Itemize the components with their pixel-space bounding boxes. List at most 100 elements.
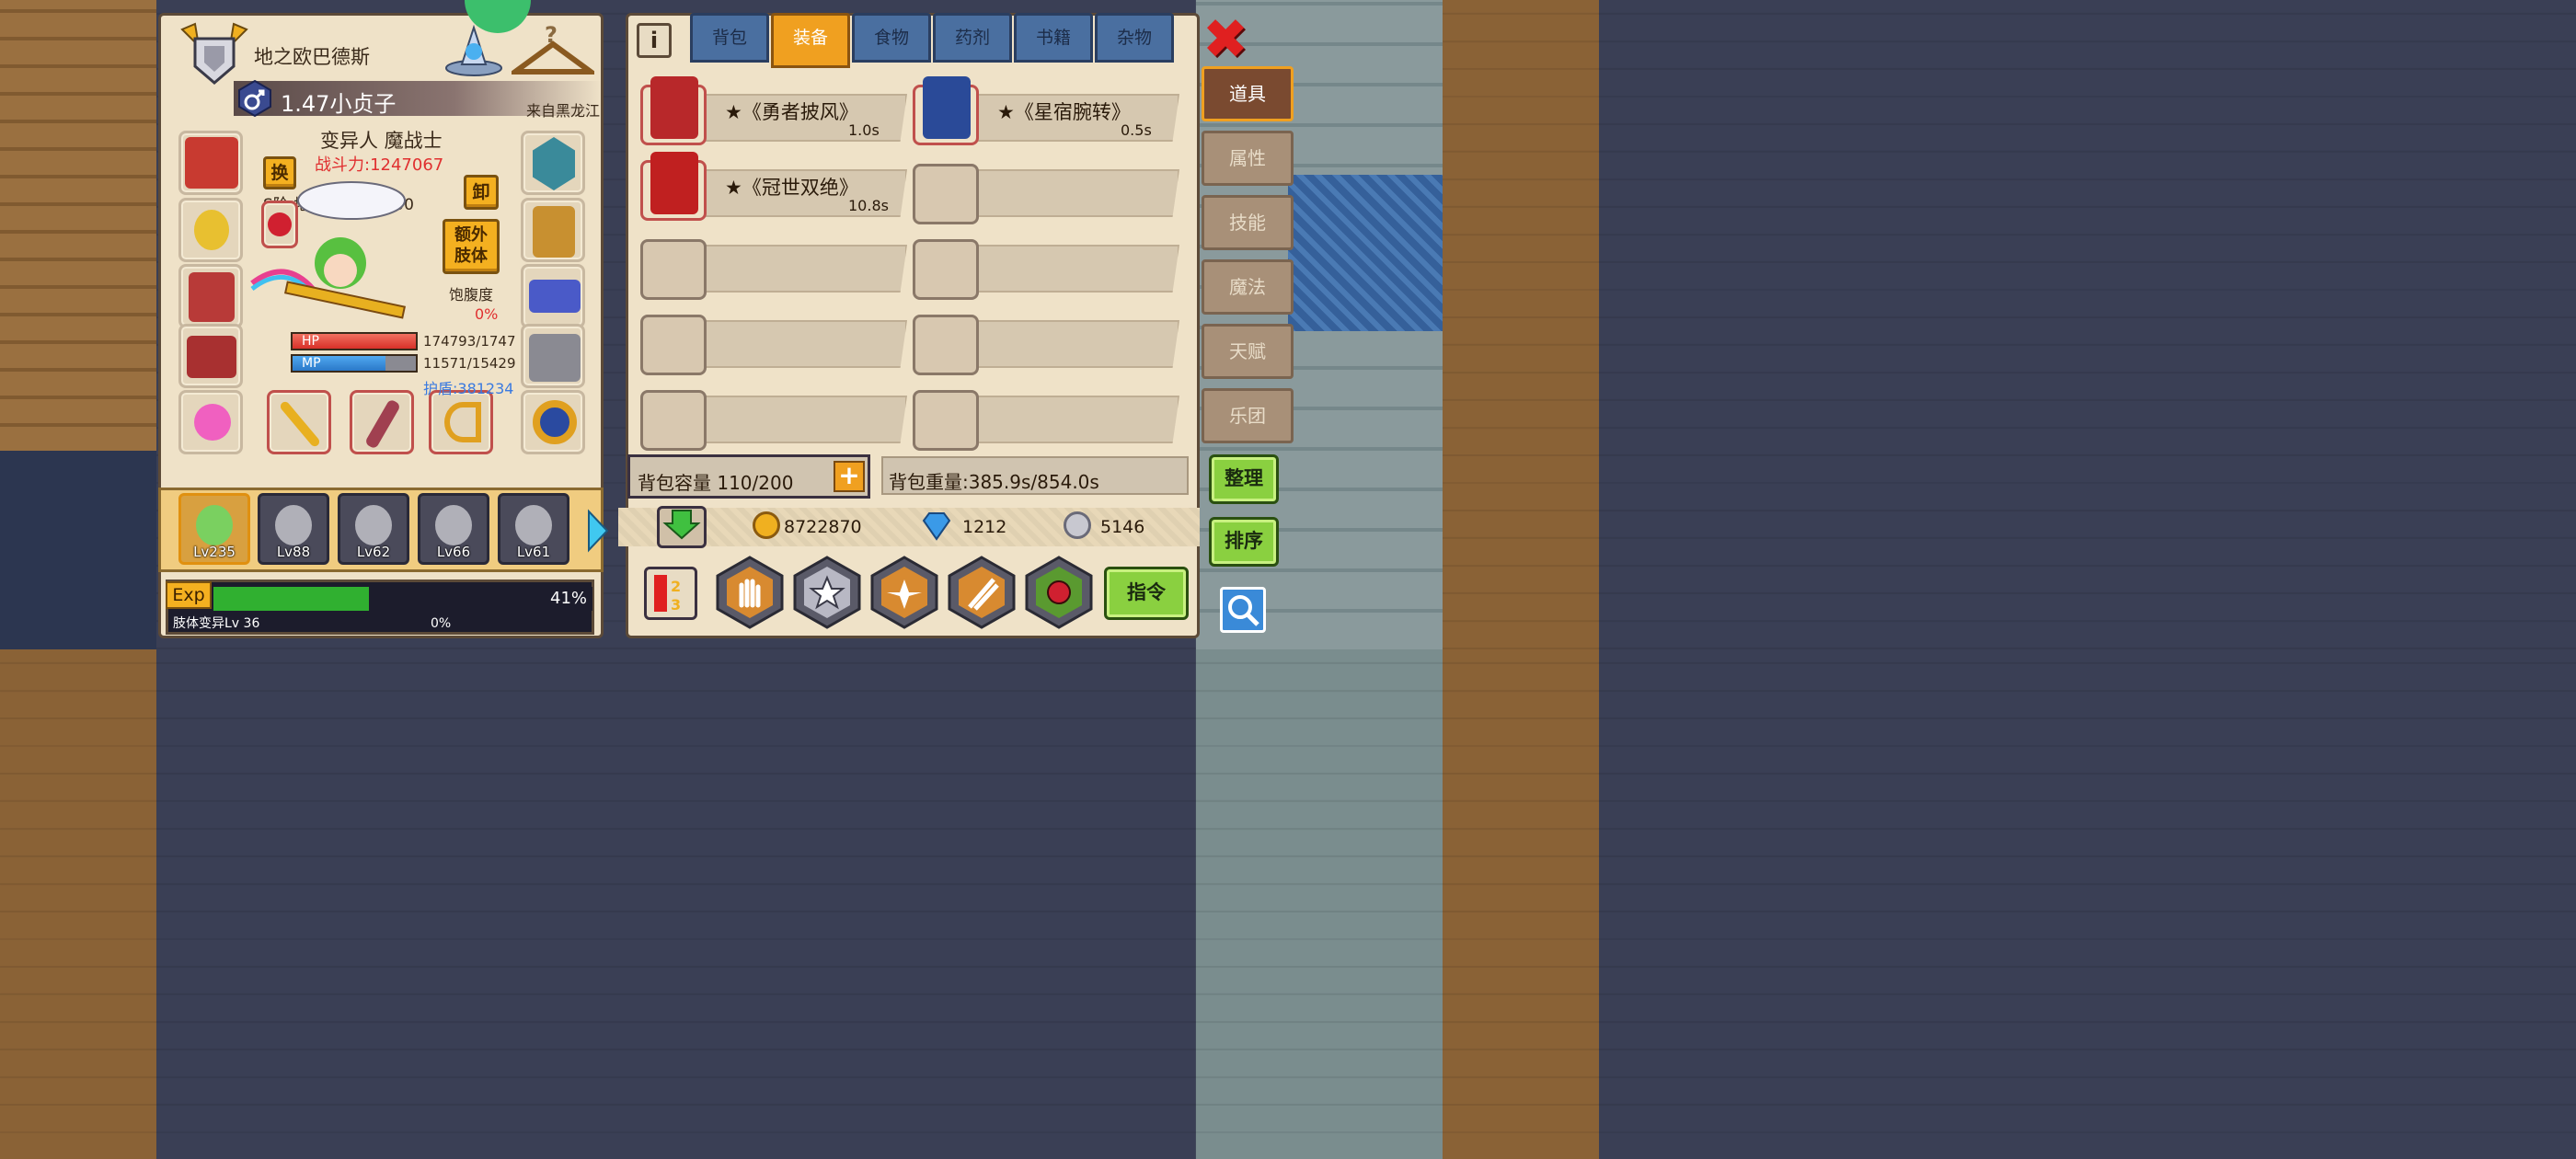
deposit-button[interactable]	[657, 506, 707, 548]
equip-slot-gauntlet[interactable]	[521, 198, 585, 262]
inventory-row[interactable]	[949, 396, 1179, 443]
inventory-row[interactable]	[949, 320, 1179, 368]
dark-floor-background	[0, 451, 156, 649]
inventory-tab[interactable]: 药剂	[933, 13, 1012, 63]
party-member[interactable]: Lv66	[418, 493, 489, 565]
equip-slot-offhand[interactable]	[350, 390, 414, 454]
sort-button[interactable]: 排序	[1209, 517, 1279, 567]
party-member-portrait	[435, 505, 472, 545]
blade-icon	[363, 398, 402, 450]
rank-crest-icon	[180, 22, 248, 85]
satiety-value: 0%	[475, 305, 499, 323]
limb-mutation-percent: 0%	[431, 616, 452, 631]
inventory-tab[interactable]: 背包	[690, 13, 769, 63]
inventory-tab[interactable]: 装备	[771, 13, 850, 68]
exp-bar-fill	[213, 587, 369, 611]
info-button[interactable]: i	[637, 23, 672, 58]
inventory-slot[interactable]	[640, 390, 707, 451]
inventory-slot[interactable]	[913, 390, 979, 451]
inventory-tab[interactable]: 书籍	[1014, 13, 1093, 63]
download-arrow-icon	[662, 510, 701, 540]
side-tab[interactable]: 技能	[1202, 195, 1294, 250]
inventory-slot[interactable]	[640, 76, 707, 145]
side-tab[interactable]: 乐团	[1202, 388, 1294, 443]
bag-capacity: 背包容量 110/200	[638, 472, 794, 494]
equip-slot-pants[interactable]	[178, 324, 243, 388]
star-skill-icon[interactable]	[791, 556, 863, 629]
inventory-item-name: ★《勇者披风》	[725, 101, 858, 123]
svg-text:3: 3	[671, 596, 681, 614]
staff-icon	[278, 399, 322, 449]
equip-slot-weapon[interactable]	[267, 390, 331, 454]
inventory-slot[interactable]	[913, 164, 979, 224]
inventory-slot[interactable]	[640, 152, 707, 221]
inventory-row[interactable]	[949, 245, 1179, 293]
equip-slot-ranged[interactable]	[429, 390, 493, 454]
water-pool	[1288, 175, 1443, 331]
party-member[interactable]: Lv62	[338, 493, 409, 565]
gem-charm-icon	[194, 404, 231, 441]
inventory-tab[interactable]: 杂物	[1095, 13, 1174, 63]
party-member-level: Lv88	[276, 544, 311, 560]
gold-amount: 8722870	[784, 517, 862, 537]
organize-button[interactable]: 整理	[1209, 454, 1279, 504]
party-next-arrow-icon[interactable]	[585, 508, 611, 554]
party-member[interactable]: Lv235	[178, 493, 250, 565]
inventory-slot[interactable]	[913, 315, 979, 375]
equip-slot-necklace[interactable]	[178, 198, 243, 262]
inventory-slot[interactable]	[913, 239, 979, 300]
search-icon	[1228, 595, 1259, 626]
limb-mutation-level: 肢体变异Lv 36	[173, 616, 260, 631]
armor-icon	[189, 272, 235, 322]
shield-value: 护盾:381234	[423, 380, 514, 397]
inventory-slot[interactable]	[640, 239, 707, 300]
hp-bar: HP	[291, 332, 418, 350]
shuriken-skill-icon[interactable]	[868, 556, 940, 629]
pants-icon	[187, 336, 236, 378]
inventory-item-name: ★《星宿腕转》	[997, 101, 1131, 123]
inventory-row[interactable]	[677, 320, 907, 368]
side-tab[interactable]: 天赋	[1202, 324, 1294, 379]
quickslot-123-button[interactable]: 2 3	[644, 567, 697, 620]
party-member[interactable]: Lv61	[498, 493, 569, 565]
inventory-slot[interactable]	[640, 315, 707, 375]
amulet-icon	[194, 210, 229, 250]
expand-bag-plus-icon[interactable]: +	[834, 461, 865, 492]
command-button[interactable]: 指令	[1104, 567, 1189, 620]
close-button[interactable]: ✖	[1202, 12, 1249, 67]
side-tab[interactable]: 属性	[1202, 131, 1294, 186]
inventory-row[interactable]	[677, 245, 907, 293]
player-origin: 来自黑龙江	[526, 102, 601, 120]
party-member-level: Lv66	[436, 544, 471, 560]
equip-slot-armor[interactable]	[178, 264, 243, 328]
extra-limb-button[interactable]: 额外 肢体	[443, 219, 500, 274]
side-tab[interactable]: 道具	[1202, 66, 1294, 121]
sword-skill-icon[interactable]	[946, 556, 1018, 629]
bag-weight-box: 背包重量:385.9s/854.0s	[881, 456, 1189, 495]
equip-slot-accessory[interactable]	[178, 390, 243, 454]
hand-skill-icon[interactable]	[714, 556, 786, 629]
equip-slot-belt[interactable]	[521, 264, 585, 328]
equip-slot-helmet[interactable]	[178, 131, 243, 195]
inventory-row[interactable]	[949, 169, 1179, 217]
unequip-button[interactable]: 卸	[464, 175, 499, 210]
inventory-tab[interactable]: 食物	[852, 13, 931, 63]
hp-label: HP	[302, 334, 319, 349]
belt-icon	[529, 280, 581, 313]
equip-slot-ring[interactable]	[521, 390, 585, 454]
inventory-slot[interactable]	[913, 76, 979, 145]
side-tab[interactable]: 魔法	[1202, 259, 1294, 315]
equip-slot-boots[interactable]	[521, 324, 585, 388]
hanger-icon[interactable]: ?	[512, 22, 594, 79]
male-gender-icon	[238, 79, 271, 118]
inventory-row[interactable]	[677, 396, 907, 443]
floor-background	[0, 0, 156, 451]
mask-skill-icon[interactable]	[1023, 556, 1095, 629]
claw-icon	[650, 152, 698, 214]
party-member[interactable]: Lv88	[258, 493, 329, 565]
emblem-icon	[533, 137, 575, 190]
race-class: 变异人 魔战士	[320, 130, 443, 152]
equip-slot-emblem[interactable]	[521, 131, 585, 195]
search-button[interactable]	[1220, 587, 1266, 633]
party-member-portrait	[515, 505, 552, 545]
